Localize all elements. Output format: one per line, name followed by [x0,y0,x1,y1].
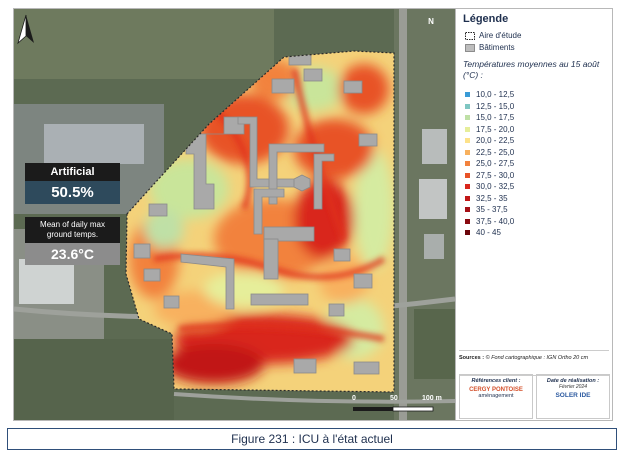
sources-text: © Fond cartographique : IGN Ortho 20 cm [485,355,589,361]
date-box: Date de réalisation : Février 2024 SOLER… [536,374,610,419]
temperature-swatch-icon [465,218,470,224]
temperature-label: Mean of daily max ground temps. [25,217,120,243]
temperature-legend-title: Températures moyennes au 15 août (°C) : [463,59,600,80]
temperature-swatch-icon [465,195,470,201]
study-area-swatch-icon [465,31,475,40]
temperature-class-label: 20,0 - 22,5 [476,136,515,145]
temperature-value: 23.6°C [25,243,120,265]
scale-bar-graphic [353,406,434,412]
study-area-label: Aire d'étude [479,31,522,40]
temperature-class-label: 12,5 - 15,0 [476,101,515,111]
sources-note: Sources : © Fond cartographique : IGN Or… [459,350,609,376]
buildings-label: Bâtiments [479,43,515,52]
temperature-class: 32,5 - 35 [465,193,514,205]
temperature-class-label: 25,0 - 27,5 [476,159,515,168]
map-canvas [14,9,455,420]
scale-50: 50 [390,395,398,402]
scale-100: 100 m [422,395,442,402]
legend-study-area: Aire d'étude [465,31,521,41]
north-label: N [428,17,434,26]
figure-frame: Artificial 50.5% Mean of daily max groun… [13,8,613,421]
temperature-swatch-icon [465,172,470,178]
temperature-swatch-icon [465,115,470,121]
temperature-class: 27,5 - 30,0 [465,170,514,182]
temperature-class-label: 40 - 45 [476,228,501,237]
scale-0: 0 [352,395,356,402]
artificial-label: Artificial [25,163,120,181]
temperature-class-label: 35 - 37,5 [476,205,508,214]
date-value: Février 2024 [558,384,588,390]
temperature-class-label: 37,5 - 40,0 [476,216,515,226]
temperature-class-label: 17,5 - 20,0 [476,124,515,134]
temperature-swatch-icon [465,92,470,98]
temperature-swatch-icon [465,103,470,109]
temperature-class: 10,0 - 12,5 [465,89,514,101]
temperature-class: 35 - 37,5 [465,204,514,216]
temperature-class-label: 32,5 - 35 [476,193,508,203]
temperature-class-label: 15,0 - 17,5 [476,113,515,122]
client-sub: aménagement [478,393,514,399]
temperature-class: 22,5 - 25,0 [465,147,514,159]
north-arrow-icon [17,14,34,45]
legend-title: Légende [463,13,509,25]
temperature-class-label: 30,0 - 32,5 [476,182,515,191]
temperature-swatch-icon [465,149,470,155]
temperature-swatch-icon [465,161,470,167]
ref-title: Références client : [471,378,521,384]
legend-buildings: Bâtiments [465,43,515,53]
legend-panel: Légende Aire d'étude Bâtiments Températu… [455,9,612,420]
temperature-class-label: 22,5 - 25,0 [476,147,515,157]
artificial-value: 50.5% [25,181,120,204]
sources-label: Sources : [459,355,485,361]
map-panel: Artificial 50.5% Mean of daily max groun… [14,9,455,420]
temperature-classes: 10,0 - 12,5 12,5 - 15,0 15,0 - 17,5 17,5 - … [465,89,514,239]
temperature-class: 12,5 - 15,0 [465,101,514,113]
temperature-swatch-icon [465,138,470,144]
temperature-swatch-icon [465,207,470,213]
temperature-stat: Mean of daily max ground temps. 23.6°C [25,217,120,265]
temperature-swatch-icon [465,184,470,190]
temperature-class: 17,5 - 20,0 [465,124,514,136]
client-logo: CERGY PONTOISE aménagement [460,387,532,399]
temperature-class-label: 27,5 - 30,0 [476,170,515,180]
company-logo: SOLER IDE [555,392,591,399]
temperature-swatch-icon [465,230,470,236]
temperature-swatch-icon [465,126,470,132]
temperature-class-label: 10,0 - 12,5 [476,90,515,99]
buildings-swatch-icon [465,43,475,52]
temperature-class: 25,0 - 27,5 [465,158,514,170]
temperature-class: 30,0 - 32,5 [465,181,514,193]
scale-bar: 0 50 100 m [352,395,442,417]
temperature-class: 40 - 45 [465,227,514,239]
temperature-class: 15,0 - 17,5 [465,112,514,124]
client-reference-box: Références client : CERGY PONTOISE aména… [459,374,533,419]
artificial-stat: Artificial 50.5% [25,163,120,204]
temperature-class: 20,0 - 22,5 [465,135,514,147]
temperature-class: 37,5 - 40,0 [465,216,514,228]
figure-caption: Figure 231 : ICU à l'état actuel [7,428,617,450]
